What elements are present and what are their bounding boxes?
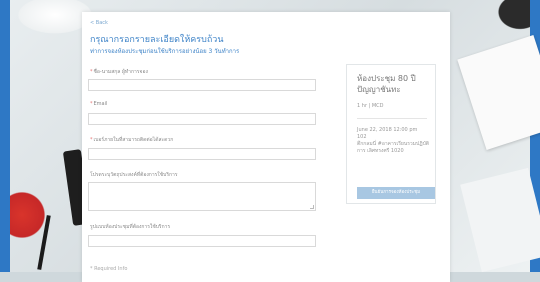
purpose-label: โปรดระบุวัตถุประสงค์ที่ต้องการใช้บริการ (90, 172, 178, 178)
email-label: *Email (90, 101, 108, 107)
booking-summary-box: ห้องประชุม 80 ปี ปัญญาชันทะ 1 hr | MCD J… (346, 64, 436, 204)
back-link[interactable]: < Back (90, 20, 108, 26)
booking-details: June 22, 2018 12:00 pm 102 ตึกกลมนี่ #อา… (357, 127, 433, 155)
booking-form-card: < Back กรุณากรอกรายละเอียดให้ครบถ้วน ท่า… (82, 12, 450, 282)
booking-location: ตึกกลมนี่ #อาคารเรียนรวมปฏิบัติการ เลิศท… (357, 141, 429, 154)
purpose-textarea[interactable] (88, 182, 316, 211)
form-title: กรุณากรอกรายละเอียดให้ครบถ้วน (90, 35, 224, 45)
phone-label: *เบอร์ภายในที่สามารถติดต่อได้สะดวก (90, 137, 174, 143)
name-label: *ชื่อ-นามสกุล ผู้ทำการจอง (90, 69, 148, 75)
email-input[interactable] (88, 113, 316, 125)
confirm-booking-button[interactable]: ยืนยันการจองห้องประชุม (357, 187, 435, 199)
required-info-note: * Required Info (90, 266, 128, 272)
left-blue-edge (0, 0, 10, 272)
room-style-input[interactable] (88, 235, 316, 247)
form-subtitle: ท่าการจองห้องประชุมก่อนใช้บริการอย่างน้อ… (90, 48, 240, 55)
divider (357, 118, 427, 119)
booking-datetime: June 22, 2018 12:00 pm (357, 127, 418, 133)
room-title: ห้องประชุม 80 ปี ปัญญาชันทะ (357, 74, 416, 94)
name-input[interactable] (88, 79, 316, 91)
phone-input[interactable] (88, 148, 316, 160)
booking-datetime-extra: 102 (357, 134, 367, 140)
booking-meta: 1 hr | MCD (357, 103, 384, 109)
room-style-label: รูปแบบห้องประชุมที่ต้องการใช้บริการ (90, 224, 171, 230)
